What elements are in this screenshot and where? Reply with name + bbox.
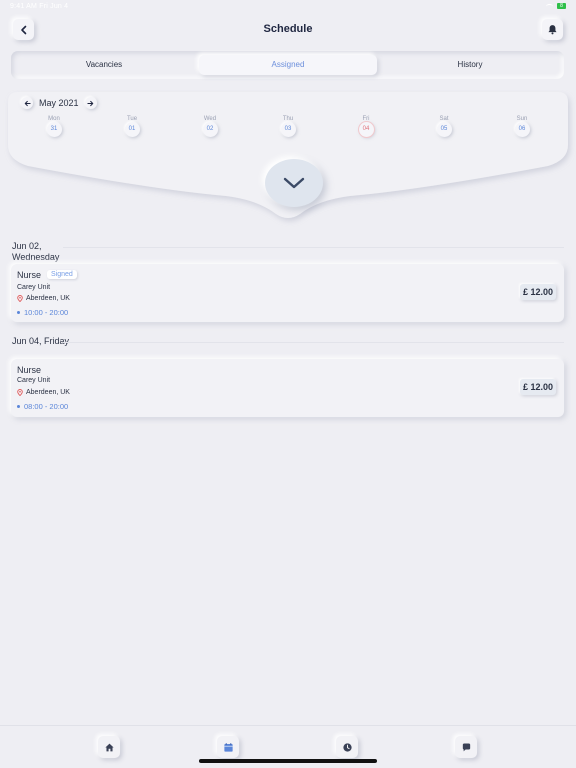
day-name: Thu [282,116,294,122]
bottom-nav [0,725,576,768]
month-label: May 2021 [39,98,79,108]
battery-icon: 8 [557,3,566,9]
header: Schedule [0,14,576,46]
arrow-left-icon [24,100,31,106]
nav-messages[interactable] [455,736,477,758]
status-icons: 8 [546,3,566,9]
wifi-icon [546,3,553,9]
date-header: Jun 02, Wednesday [11,241,564,262]
nav-schedule[interactable] [217,736,239,758]
day-number: 31 [46,122,62,137]
day-number: 01 [124,122,140,137]
arrow-right-icon [87,100,94,106]
shift-role: Nurse [17,365,42,375]
day-name: Fri [362,116,370,122]
divider [63,342,564,343]
tab-history[interactable]: History [381,55,559,75]
shift-time: 10:00 - 20:00 [17,308,68,317]
shift-price: £ 12.00 [519,379,556,395]
location-text: Aberdeen, UK [26,295,70,302]
location-pin-icon [17,295,23,302]
shift-unit: Carey Unit [17,284,51,291]
location-pin-icon [17,389,23,396]
day-name: Sat [439,116,449,122]
time-dot-icon [17,311,20,314]
day-number: 03 [280,122,296,137]
notifications-button[interactable] [542,19,563,40]
week-calendar: May 2021 Mon 31 Tue 01 Wed 02 Thu 03 Fri… [0,90,576,230]
day-number: 02 [202,122,218,137]
nav-history[interactable] [336,736,358,758]
date-header: Jun 04, Friday [11,336,564,356]
chat-icon [462,742,470,751]
home-icon [104,743,114,751]
location-text: Aberdeen, UK [26,389,70,396]
day-name: Wed [203,116,217,122]
status-badge: Signed [47,270,77,279]
time-dot-icon [17,405,20,408]
shift-location: Aberdeen, UK [17,389,70,396]
home-indicator[interactable] [199,759,377,763]
time-text: 10:00 - 20:00 [24,308,69,317]
prev-month-button[interactable] [21,97,33,109]
shift-role: Nurse [17,270,42,280]
shift-card[interactable]: Nurse Signed Carey Unit Aberdeen, UK 10:… [11,264,564,322]
nav-home[interactable] [98,736,120,758]
shift-location: Aberdeen, UK [17,295,70,302]
calendar-icon [223,742,233,752]
shift-price: £ 12.00 [519,284,556,300]
clock-icon [342,742,352,752]
day-name: Tue [126,116,138,122]
month-selector: May 2021 [21,97,97,109]
shift-card[interactable]: Nurse Carey Unit Aberdeen, UK 08:00 - 20… [11,359,564,417]
shift-group: Jun 04, Friday Nurse Carey Unit Aberdeen… [11,336,564,417]
shift-group: Jun 02, Wednesday Nurse Signed Carey Uni… [11,241,564,322]
shift-unit: Carey Unit [17,377,51,384]
day-name: Mon [48,116,60,122]
next-month-button[interactable] [84,97,97,109]
day-thu[interactable]: Thu 03 [268,115,308,137]
day-number-today: 04 [358,122,374,137]
shift-time: 08:00 - 20:00 [17,402,68,411]
tab-bar: Vacancies Assigned History [11,51,564,79]
status-time: 9:41 AM Fri Jun 4 [10,3,69,10]
day-wed[interactable]: Wed 02 [190,115,230,137]
day-sun[interactable]: Sun 06 [502,115,542,137]
time-text: 08:00 - 20:00 [24,402,69,411]
day-mon[interactable]: Mon 31 [34,115,74,137]
expand-calendar-button[interactable] [265,159,323,207]
status-bar: 9:41 AM Fri Jun 4 8 [0,0,576,14]
day-number: 06 [514,122,530,137]
day-tue[interactable]: Tue 01 [112,115,152,137]
chevron-down-icon [283,177,305,189]
divider [63,247,564,248]
date-label: Jun 02, Wednesday [12,241,60,262]
day-name: Sun [516,116,528,122]
tab-vacancies[interactable]: Vacancies [15,55,193,75]
day-number: 05 [436,122,452,137]
day-fri[interactable]: Fri 04 [346,115,386,137]
bell-icon [548,25,557,35]
tab-assigned[interactable]: Assigned [199,55,377,75]
page-title: Schedule [263,23,313,35]
day-sat[interactable]: Sat 05 [424,115,464,137]
